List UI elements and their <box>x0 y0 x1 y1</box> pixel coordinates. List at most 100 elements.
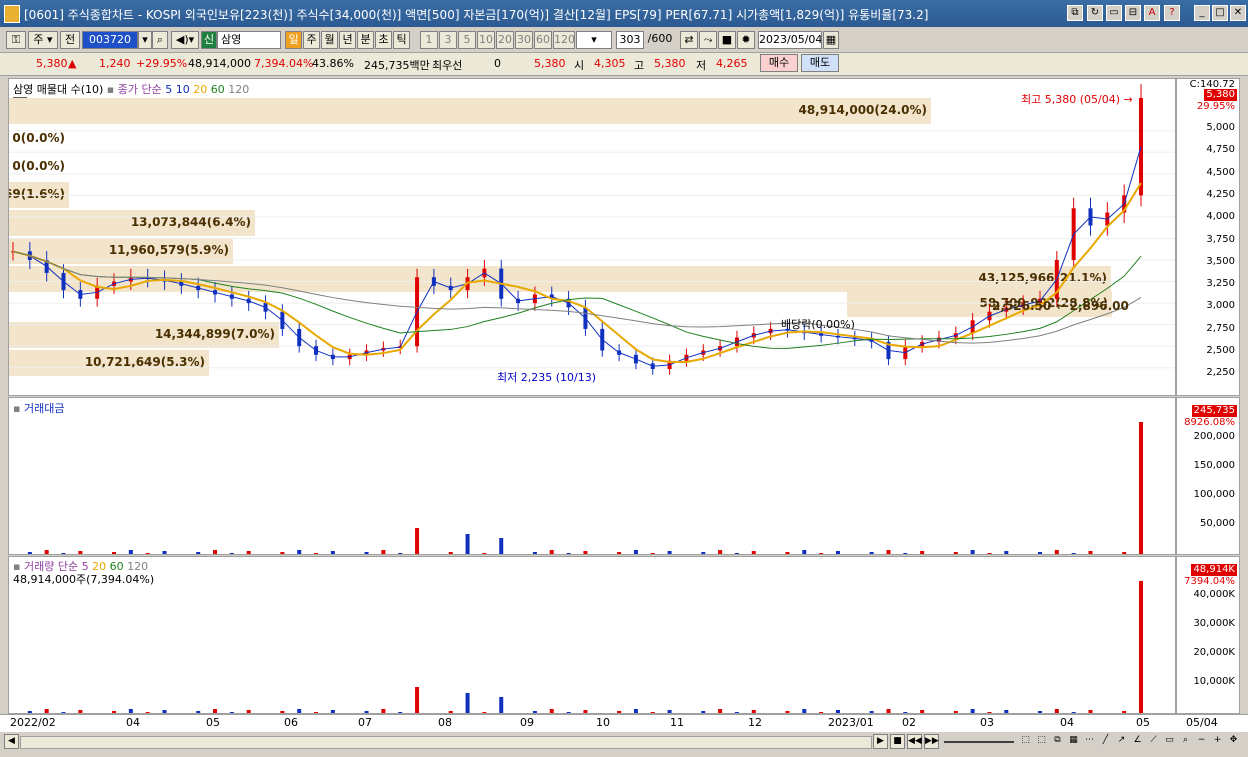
axis-tick-label: 10,000K <box>1193 676 1235 687</box>
copy-icon[interactable]: ⧉ <box>1050 734 1065 749</box>
search-icon[interactable]: ⌕ <box>152 31 168 49</box>
price-chart-panel[interactable]: 삼영 매물대 수(10) ▪ 종가 단순 5 10 20 60 120 ▦ 48… <box>8 78 1176 396</box>
speaker-icon[interactable]: ◀)▾ <box>171 31 199 49</box>
volume-bar <box>617 552 622 554</box>
save-icon[interactable]: ■ <box>718 31 736 49</box>
amount-chart <box>27 422 1143 555</box>
volume-bar <box>196 552 201 554</box>
minute-unit-tab[interactable]: 3 <box>439 31 457 49</box>
volume-bar <box>297 550 302 554</box>
volume-bar <box>734 553 739 554</box>
axis-tick-label: 40,000K <box>1193 589 1235 600</box>
up-arrow-icon: ▲ <box>68 57 77 70</box>
stock-code-input[interactable]: 003720 <box>82 31 138 49</box>
minute-unit-tab[interactable]: 120 <box>553 31 575 49</box>
move-icon[interactable]: ✥ <box>1226 734 1241 749</box>
volume-bar <box>970 550 975 554</box>
minute-unit-tab[interactable]: 1 <box>420 31 438 49</box>
timeframe-tab[interactable]: 일 <box>285 31 302 49</box>
forward-icon[interactable]: ▶▶ <box>924 734 939 749</box>
low-label: 저 <box>696 59 707 72</box>
scrollbar-track[interactable] <box>20 736 872 749</box>
prev-button[interactable]: 전 <box>60 31 80 49</box>
chart-icon[interactable]: ⇄ <box>680 31 698 49</box>
x-axis-label: 02 <box>902 716 916 729</box>
window-icon[interactable]: ▭ <box>1106 5 1122 21</box>
close-button[interactable]: ✕ <box>1230 5 1246 21</box>
volume-chart-panel[interactable]: ▪ 거래량 단순 5 20 60 120 48,914,000주(7,394.0… <box>8 556 1176 714</box>
x-axis-label: 06 <box>284 716 298 729</box>
font-icon[interactable]: A <box>1144 5 1160 21</box>
count-input[interactable]: 303 <box>616 31 644 49</box>
current-volume-tag: 48,914K <box>1191 564 1237 576</box>
volume-bar <box>27 552 32 554</box>
link-icon[interactable]: ⧉ <box>1067 5 1083 21</box>
date-input[interactable]: 2023/05/04 <box>758 31 822 49</box>
diagonal-icon[interactable]: ⟋ <box>1146 734 1161 749</box>
low-annotation: 최저 2,235 (10/13) <box>497 371 597 384</box>
square-icon[interactable]: ▭ <box>1162 734 1177 749</box>
timeframe-tab[interactable]: 초 <box>375 31 392 49</box>
volume-bar <box>633 550 638 554</box>
volume-bar <box>1122 552 1127 554</box>
current-price-tag: 5,380 <box>1204 89 1237 101</box>
volume-bar <box>213 550 218 554</box>
minute-unit-tab[interactable]: 60 <box>534 31 552 49</box>
line-tool-icon[interactable]: ╱ <box>1098 734 1113 749</box>
credit-badge: 신 <box>201 31 217 49</box>
x-axis-label: 2022/02 <box>10 716 56 729</box>
timeframe-tab[interactable]: 월 <box>321 31 338 49</box>
axis-tick-label: 3,500 <box>1206 255 1235 267</box>
minute-unit-tab[interactable]: 30 <box>515 31 533 49</box>
amount-chart-panel[interactable]: ▪ 거래대금 <box>8 397 1176 555</box>
zoom-icon[interactable]: ⌕ <box>1178 734 1193 749</box>
volume-bar <box>802 550 807 554</box>
volume-bar <box>953 552 958 554</box>
timeframe-tab[interactable]: 틱 <box>393 31 410 49</box>
timeframe-tab[interactable]: 주 <box>303 31 320 49</box>
settings-icon[interactable]: ✹ <box>737 31 755 49</box>
pin-icon[interactable]: ⊟ <box>1125 5 1141 21</box>
rewind-icon[interactable]: ◀◀ <box>907 734 922 749</box>
minute-unit-tab[interactable]: 20 <box>496 31 514 49</box>
plus-icon[interactable]: + <box>1210 734 1225 749</box>
volume-bar <box>415 687 420 713</box>
period-select[interactable]: 주 ▾ <box>28 31 58 49</box>
stop-icon[interactable]: ■ <box>890 734 905 749</box>
axis-tick-label: 2,750 <box>1206 322 1235 334</box>
cursor-icon[interactable]: ⬚ <box>1018 734 1033 749</box>
range-annotation: 2,526.50 ~ 2,896.00 <box>992 299 1129 313</box>
dividend-annotation: 배당락(0.00%) <box>781 318 855 331</box>
unit-dropdown[interactable]: ▾ <box>576 31 612 49</box>
timeframe-tab[interactable]: 분 <box>357 31 374 49</box>
refresh-icon[interactable]: ↻ <box>1087 5 1103 21</box>
code-dropdown-icon[interactable]: ▾ <box>138 31 152 49</box>
minimize-button[interactable]: _ <box>1194 5 1210 21</box>
arrow-tool-icon[interactable]: ↗ <box>1114 734 1129 749</box>
buy-button[interactable]: 매수 <box>760 54 798 72</box>
dots-icon[interactable]: ⋯ <box>1082 734 1097 749</box>
maximize-button[interactable]: □ <box>1212 5 1228 21</box>
minute-unit-tab[interactable]: 10 <box>477 31 495 49</box>
volume-bar <box>128 550 133 554</box>
lock-icon[interactable]: ⚿ <box>6 31 26 49</box>
volume-bar <box>600 554 604 555</box>
timeframe-tab[interactable]: 년 <box>339 31 356 49</box>
calendar-icon[interactable]: ▦ <box>823 31 839 49</box>
scroll-left-icon[interactable]: ◀ <box>4 734 19 749</box>
crosshair-icon[interactable]: ⬚ <box>1034 734 1049 749</box>
sell-button[interactable]: 매도 <box>801 54 839 72</box>
angle-icon[interactable]: ∠ <box>1130 734 1145 749</box>
price-chart <box>9 84 1175 375</box>
table-icon[interactable]: ▦ <box>1066 734 1081 749</box>
scroll-right-icon[interactable]: ▶ <box>873 734 888 749</box>
zoom-slider[interactable] <box>944 741 1014 743</box>
axis-tick-label: 4,000 <box>1206 211 1235 223</box>
volume-bar <box>1088 551 1093 554</box>
volume-bar <box>684 554 688 555</box>
minus-icon[interactable]: − <box>1194 734 1209 749</box>
minute-unit-tab[interactable]: 5 <box>458 31 476 49</box>
help-icon[interactable]: ? <box>1164 5 1180 21</box>
x-axis-label: 05 <box>1136 716 1150 729</box>
line-icon[interactable]: ⤳ <box>699 31 717 49</box>
